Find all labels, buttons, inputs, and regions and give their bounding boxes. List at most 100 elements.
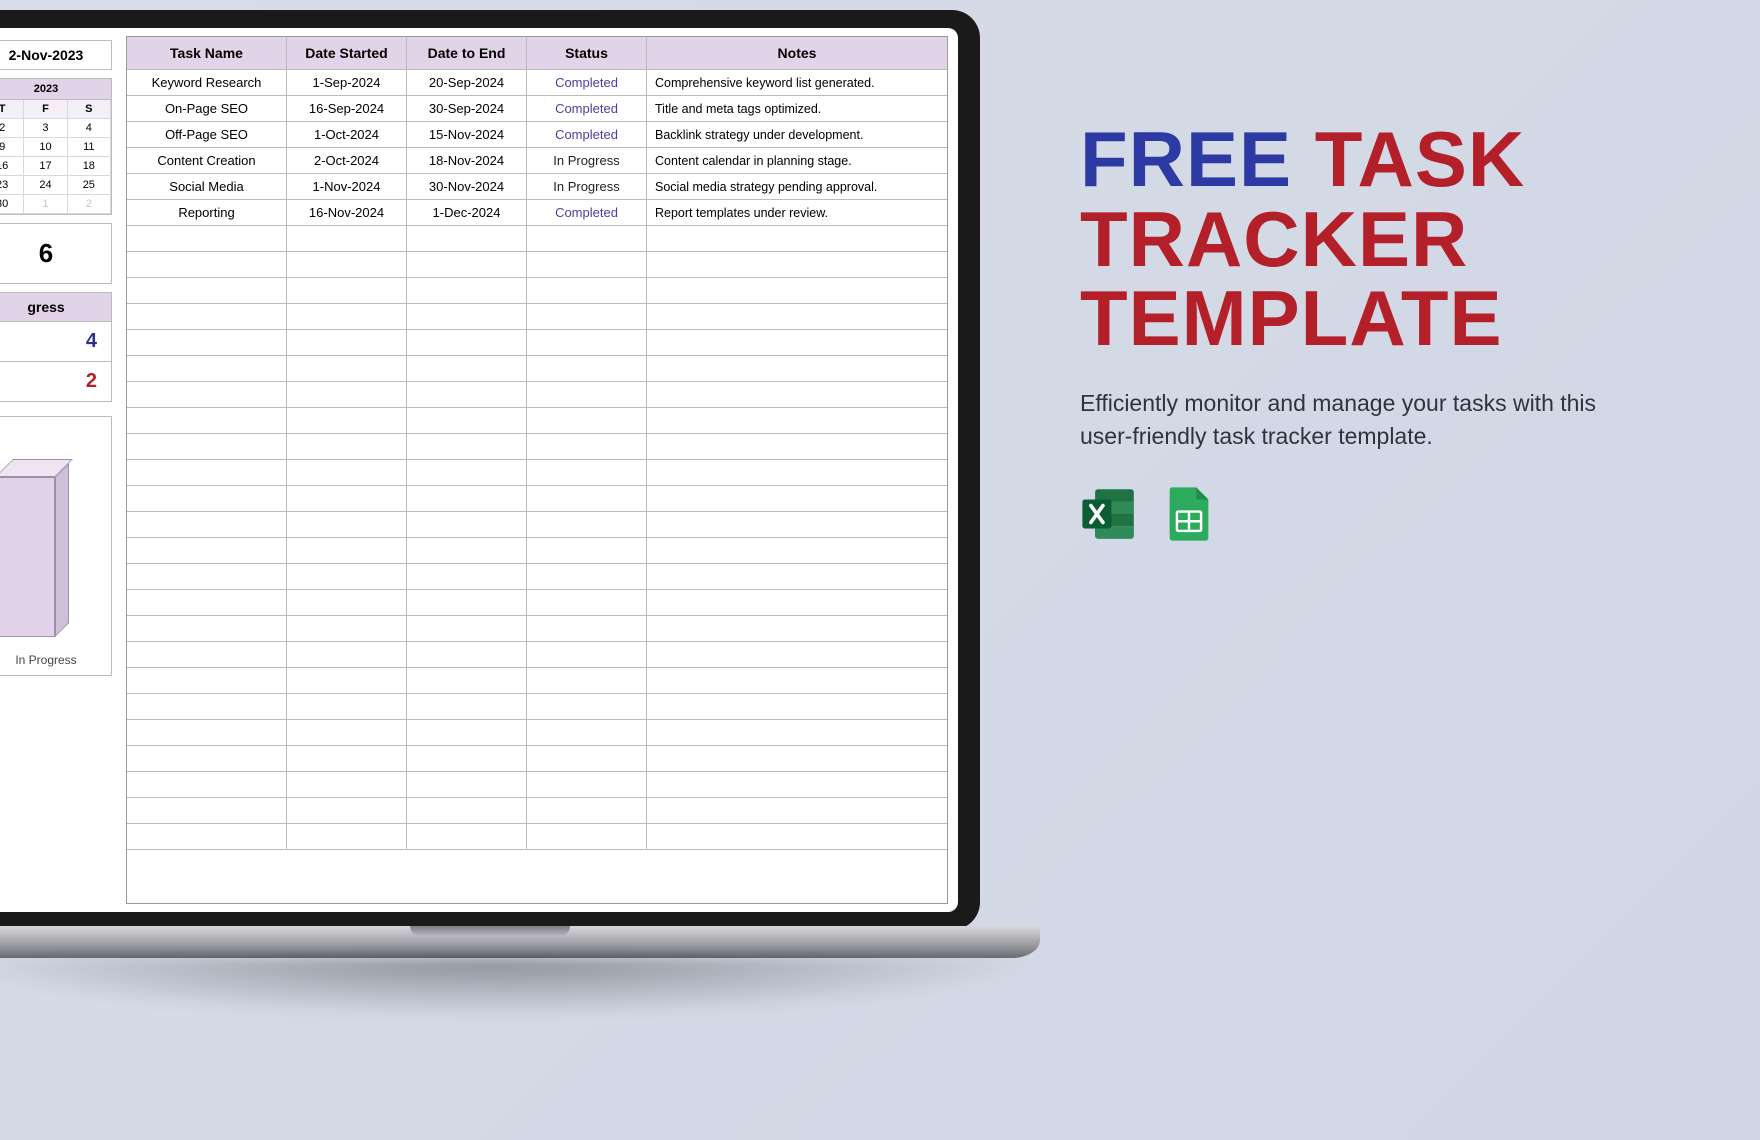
task-cell[interactable] (287, 798, 407, 824)
table-row[interactable]: Social Media1-Nov-202430-Nov-2024In Prog… (127, 174, 947, 200)
task-cell[interactable] (127, 304, 287, 330)
task-cell[interactable] (287, 668, 407, 694)
task-cell[interactable]: 1-Nov-2024 (287, 174, 407, 200)
task-cell[interactable] (527, 616, 647, 642)
task-cell[interactable] (407, 798, 527, 824)
table-row[interactable]: On-Page SEO16-Sep-202430-Sep-2024Complet… (127, 96, 947, 122)
task-notes-cell[interactable] (647, 252, 947, 278)
task-notes-cell[interactable] (647, 278, 947, 304)
task-cell[interactable] (287, 486, 407, 512)
task-cell[interactable] (407, 486, 527, 512)
task-cell[interactable]: Keyword Research (127, 70, 287, 96)
task-cell[interactable] (527, 434, 647, 460)
task-cell[interactable] (407, 694, 527, 720)
task-cell[interactable] (287, 226, 407, 252)
table-row[interactable] (127, 382, 947, 408)
task-cell[interactable] (287, 694, 407, 720)
task-cell[interactable] (287, 304, 407, 330)
task-cell[interactable] (127, 356, 287, 382)
task-cell[interactable] (287, 616, 407, 642)
task-cell[interactable] (287, 564, 407, 590)
task-cell[interactable]: Completed (527, 96, 647, 122)
task-notes-cell[interactable] (647, 486, 947, 512)
task-cell[interactable] (407, 434, 527, 460)
table-row[interactable] (127, 668, 947, 694)
task-cell[interactable] (527, 772, 647, 798)
task-cell[interactable] (287, 590, 407, 616)
task-notes-cell[interactable] (647, 642, 947, 668)
task-cell[interactable] (407, 382, 527, 408)
calendar-day-cell[interactable]: 25 (68, 176, 111, 195)
task-cell[interactable] (407, 668, 527, 694)
table-row[interactable] (127, 512, 947, 538)
calendar-day-cell[interactable]: 11 (68, 138, 111, 157)
table-row[interactable] (127, 720, 947, 746)
calendar-day-cell[interactable]: 18 (68, 157, 111, 176)
task-cell[interactable]: 1-Oct-2024 (287, 122, 407, 148)
task-notes-cell[interactable]: Backlink strategy under development. (647, 122, 947, 148)
task-cell[interactable]: 20-Sep-2024 (407, 70, 527, 96)
calendar-day-cell[interactable]: 4 (68, 119, 111, 138)
task-cell[interactable] (287, 434, 407, 460)
task-cell[interactable] (527, 590, 647, 616)
task-notes-cell[interactable] (647, 824, 947, 850)
task-cell[interactable] (127, 226, 287, 252)
task-cell[interactable]: Reporting (127, 200, 287, 226)
calendar-day-cell[interactable]: 2 (68, 195, 111, 214)
calendar-day-cell[interactable]: 30 (0, 195, 24, 214)
task-cell[interactable] (127, 330, 287, 356)
table-row[interactable] (127, 746, 947, 772)
task-cell[interactable] (127, 824, 287, 850)
task-cell[interactable] (527, 512, 647, 538)
task-cell[interactable] (287, 252, 407, 278)
task-cell[interactable] (407, 460, 527, 486)
task-cell[interactable]: 2-Oct-2024 (287, 148, 407, 174)
table-row[interactable] (127, 694, 947, 720)
task-cell[interactable] (407, 824, 527, 850)
task-cell[interactable] (407, 772, 527, 798)
table-row[interactable]: Reporting16-Nov-20241-Dec-2024CompletedR… (127, 200, 947, 226)
task-cell[interactable] (287, 382, 407, 408)
task-cell[interactable] (527, 226, 647, 252)
task-cell[interactable] (127, 798, 287, 824)
task-cell[interactable] (127, 564, 287, 590)
task-cell[interactable]: Completed (527, 200, 647, 226)
table-row[interactable] (127, 772, 947, 798)
task-cell[interactable]: 16-Nov-2024 (287, 200, 407, 226)
task-notes-cell[interactable] (647, 590, 947, 616)
task-cell[interactable]: In Progress (527, 148, 647, 174)
table-row[interactable] (127, 226, 947, 252)
task-cell[interactable]: 15-Nov-2024 (407, 122, 527, 148)
task-cell[interactable] (527, 824, 647, 850)
task-cell[interactable]: Completed (527, 122, 647, 148)
task-notes-cell[interactable] (647, 512, 947, 538)
task-cell[interactable]: Off-Page SEO (127, 122, 287, 148)
task-notes-cell[interactable]: Title and meta tags optimized. (647, 96, 947, 122)
task-cell[interactable] (127, 668, 287, 694)
task-cell[interactable] (407, 356, 527, 382)
calendar-day-cell[interactable]: 3 (24, 119, 67, 138)
task-cell[interactable]: Completed (527, 70, 647, 96)
task-cell[interactable] (287, 356, 407, 382)
task-cell[interactable] (527, 330, 647, 356)
task-notes-cell[interactable] (647, 746, 947, 772)
task-notes-cell[interactable] (647, 460, 947, 486)
task-notes-cell[interactable] (647, 330, 947, 356)
calendar-day-cell[interactable]: 17 (24, 157, 67, 176)
table-row[interactable] (127, 304, 947, 330)
task-notes-cell[interactable] (647, 408, 947, 434)
task-cell[interactable] (527, 746, 647, 772)
task-notes-cell[interactable] (647, 668, 947, 694)
task-cell[interactable] (287, 278, 407, 304)
task-cell[interactable]: 18-Nov-2024 (407, 148, 527, 174)
table-row[interactable]: Keyword Research1-Sep-202420-Sep-2024Com… (127, 70, 947, 96)
task-cell[interactable]: 30-Sep-2024 (407, 96, 527, 122)
table-row[interactable] (127, 278, 947, 304)
task-notes-cell[interactable] (647, 798, 947, 824)
task-cell[interactable] (127, 408, 287, 434)
task-cell[interactable] (527, 408, 647, 434)
task-notes-cell[interactable] (647, 694, 947, 720)
task-notes-cell[interactable] (647, 356, 947, 382)
task-cell[interactable] (527, 720, 647, 746)
task-cell[interactable] (407, 330, 527, 356)
